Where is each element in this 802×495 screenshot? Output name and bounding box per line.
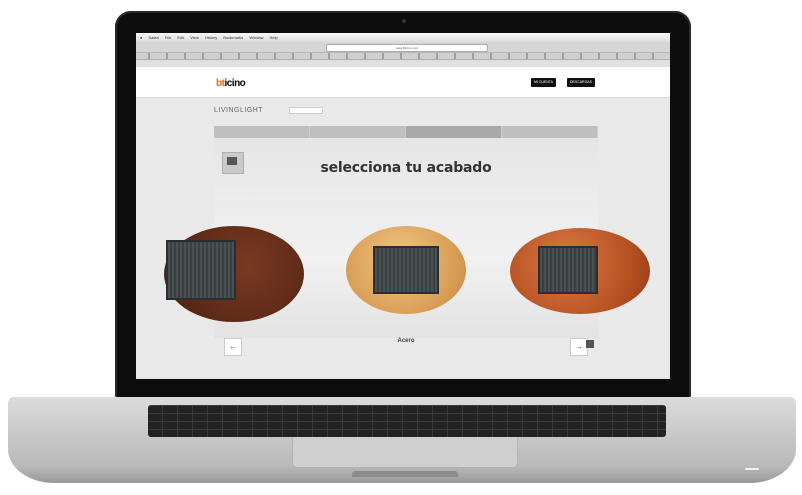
switch-module [538, 246, 598, 294]
screen: ● Safari File Edit View History Bookmark… [136, 33, 670, 379]
account-button[interactable]: MI CUENTA [531, 78, 556, 87]
step-tab[interactable] [214, 126, 310, 138]
configurator-headline: selecciona tu acabado [320, 160, 492, 176]
os-menubar: ● Safari File Edit View History Bookmark… [136, 33, 670, 42]
camera [402, 19, 406, 23]
finish-option-selected[interactable] [346, 226, 466, 314]
menu-item[interactable]: Edit [177, 35, 184, 40]
step-tabs [214, 126, 598, 138]
switch-module [373, 246, 439, 294]
product-select[interactable] [289, 107, 323, 114]
menu-item[interactable]: Window [249, 35, 263, 40]
finish-option-right[interactable] [510, 228, 650, 314]
menu-item[interactable]: View [190, 35, 199, 40]
keyboard [148, 405, 666, 437]
product-title: LIVINGLIGHT [214, 107, 264, 114]
menu-item[interactable]: Safari [148, 35, 158, 40]
apple-icon[interactable]: ● [140, 35, 142, 40]
bookmarks-bar[interactable] [136, 53, 670, 60]
step-tab[interactable] [310, 126, 406, 138]
trackpad [292, 437, 518, 468]
switch-module [166, 240, 236, 300]
menu-item[interactable]: File [165, 35, 171, 40]
browser-toolbar: www.bticino.com [136, 42, 670, 53]
finish-option-left[interactable] [164, 226, 304, 322]
sleep-led [745, 468, 759, 470]
lid-notch [352, 471, 458, 477]
menu-item[interactable]: Bookmarks [223, 35, 243, 40]
step-tab[interactable] [502, 126, 598, 138]
selected-finish-name: Acero [397, 338, 415, 344]
finish-configurator: selecciona tu acabado ← → Acero [164, 138, 650, 356]
site-logo[interactable]: bticino [216, 78, 246, 89]
step-tab-active[interactable] [406, 126, 502, 138]
share-icon[interactable] [586, 340, 594, 348]
address-bar[interactable]: www.bticino.com [326, 44, 488, 52]
downloads-button[interactable]: DESCARGAS [567, 78, 595, 87]
menu-item[interactable]: History [205, 35, 217, 40]
site-header: bticino MI CUENTA DESCARGAS [136, 67, 670, 98]
menu-item[interactable]: Help [270, 35, 278, 40]
